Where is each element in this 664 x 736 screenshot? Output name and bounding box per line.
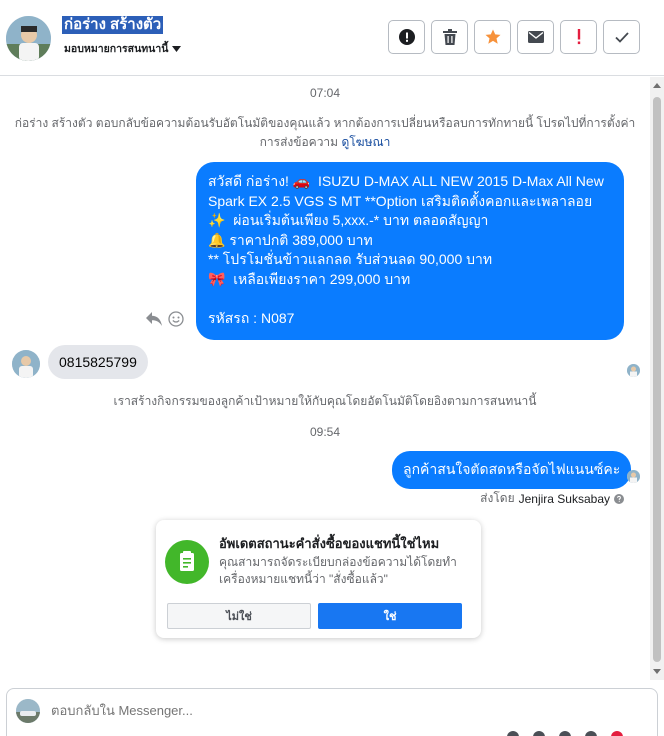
like-icon[interactable] [611,731,623,736]
emoji-icon[interactable] [559,731,571,736]
page-avatar [16,699,40,723]
sent-by-line: ส่งโดย Jenjira Suksabay [480,489,624,508]
outgoing-message-bubble[interactable]: สวัสดี ก่อร่าง! 🚗 ISUZU D-MAX ALL NEW 20… [196,162,624,340]
reply-input[interactable] [51,703,551,718]
gif-icon[interactable] [585,731,597,736]
follow-up-button[interactable] [560,20,597,54]
contact-avatar[interactable] [6,16,51,61]
scroll-up-arrow-icon[interactable] [653,83,661,88]
message-actions [146,311,184,327]
timestamp: 09:54 [309,425,341,439]
composer-tools [507,731,623,736]
card-title: อัพเดตสถานะคำสั่งซื้อของแชทนี้ใช่ไหม [219,536,440,551]
envelope-icon [527,31,544,43]
message-line: ✨ ผ่อนเริ่มต้นเพียง 5,xxx.-* บาท ตลอดสัญ… [208,212,489,228]
welcome-reply-text: ก่อร่าง สร้างตัว ตอบกลับข้อความต้อนรับอั… [14,116,636,149]
help-icon[interactable] [614,493,624,504]
yes-button[interactable]: ใช่ [318,603,462,629]
alert-circle-icon [398,29,415,45]
saved-reply-icon[interactable] [533,731,545,736]
reply-composer [6,688,658,736]
assign-label: มอบหมายการสนทนานี้ [64,43,169,55]
welcome-reply-notice: ก่อร่าง สร้างตัว ตอบกลับข้อความต้อนรับอั… [0,114,650,152]
scroll-down-arrow-icon[interactable] [653,669,661,674]
message-line: สวัสดี ก่อร่าง! 🚗 ISUZU D-MAX ALL NEW 20… [208,173,608,209]
message-line: รหัสรถ : N087 [208,309,295,326]
message-line: 🎀 เหลือเพียงราคา 299,000 บาท [208,270,411,287]
no-button[interactable]: ไม่ใช่ [167,603,311,629]
lead-activity-notice: เราสร้างกิจกรรมของลูกค้าเป้าหมายให้กับคุ… [113,394,537,408]
read-receipt-avatar [627,470,640,483]
receipt-icon [165,540,209,584]
sent-by-label: ส่งโดย [480,491,515,505]
exclamation-icon [577,29,580,45]
conversation-toolbar [388,20,640,54]
attach-icon[interactable] [507,731,519,736]
checkmark-icon [614,31,629,43]
timestamp: 07:04 [309,86,341,100]
done-button[interactable] [603,20,640,54]
order-status-card: อัพเดตสถานะคำสั่งซื้อของแชทนี้ใช่ไหม คุณ… [156,520,481,638]
contact-name[interactable]: ก่อร่าง สร้างตัว [62,16,164,34]
delete-button[interactable] [431,20,468,54]
message-line-blank [208,289,612,309]
conversation-header: ก่อร่าง สร้างตัว มอบหมายการสนทนานี้ [0,0,664,76]
scroll-thumb[interactable] [653,97,661,662]
trash-icon [442,29,457,45]
spam-button[interactable] [388,20,425,54]
view-ad-link[interactable]: ดูโฆษณา [341,135,390,149]
caret-down-icon [172,45,182,52]
sender-avatar[interactable] [12,350,40,378]
outgoing-message-bubble[interactable]: ลูกค้าสนใจตัดสดหรือจัดไฟแนนซ์คะ [392,451,632,489]
message-line: 🔔 ราคาปกติ 389,000 บาท [208,231,373,248]
sent-by-name: Jenjira Suksabay [518,491,610,506]
star-button[interactable] [474,20,511,54]
card-description: คุณสามารถจัดระเบียบกล่องข้อความได้โดยทำเ… [219,555,457,586]
message-scrollbar[interactable] [650,77,664,680]
read-receipt-avatar [627,364,640,377]
incoming-message-bubble[interactable]: 0815825799 [48,345,148,379]
mark-unread-button[interactable] [517,20,554,54]
reply-icon[interactable] [146,312,162,326]
message-line: ** โปรโมชั่นข้าวแลกลด รับส่วนลด 90,000 บ… [208,251,493,267]
assign-conversation-dropdown[interactable]: มอบหมายการสนทนานี้ [64,40,182,57]
emoji-reaction-icon[interactable] [168,311,184,327]
star-icon [485,29,500,44]
